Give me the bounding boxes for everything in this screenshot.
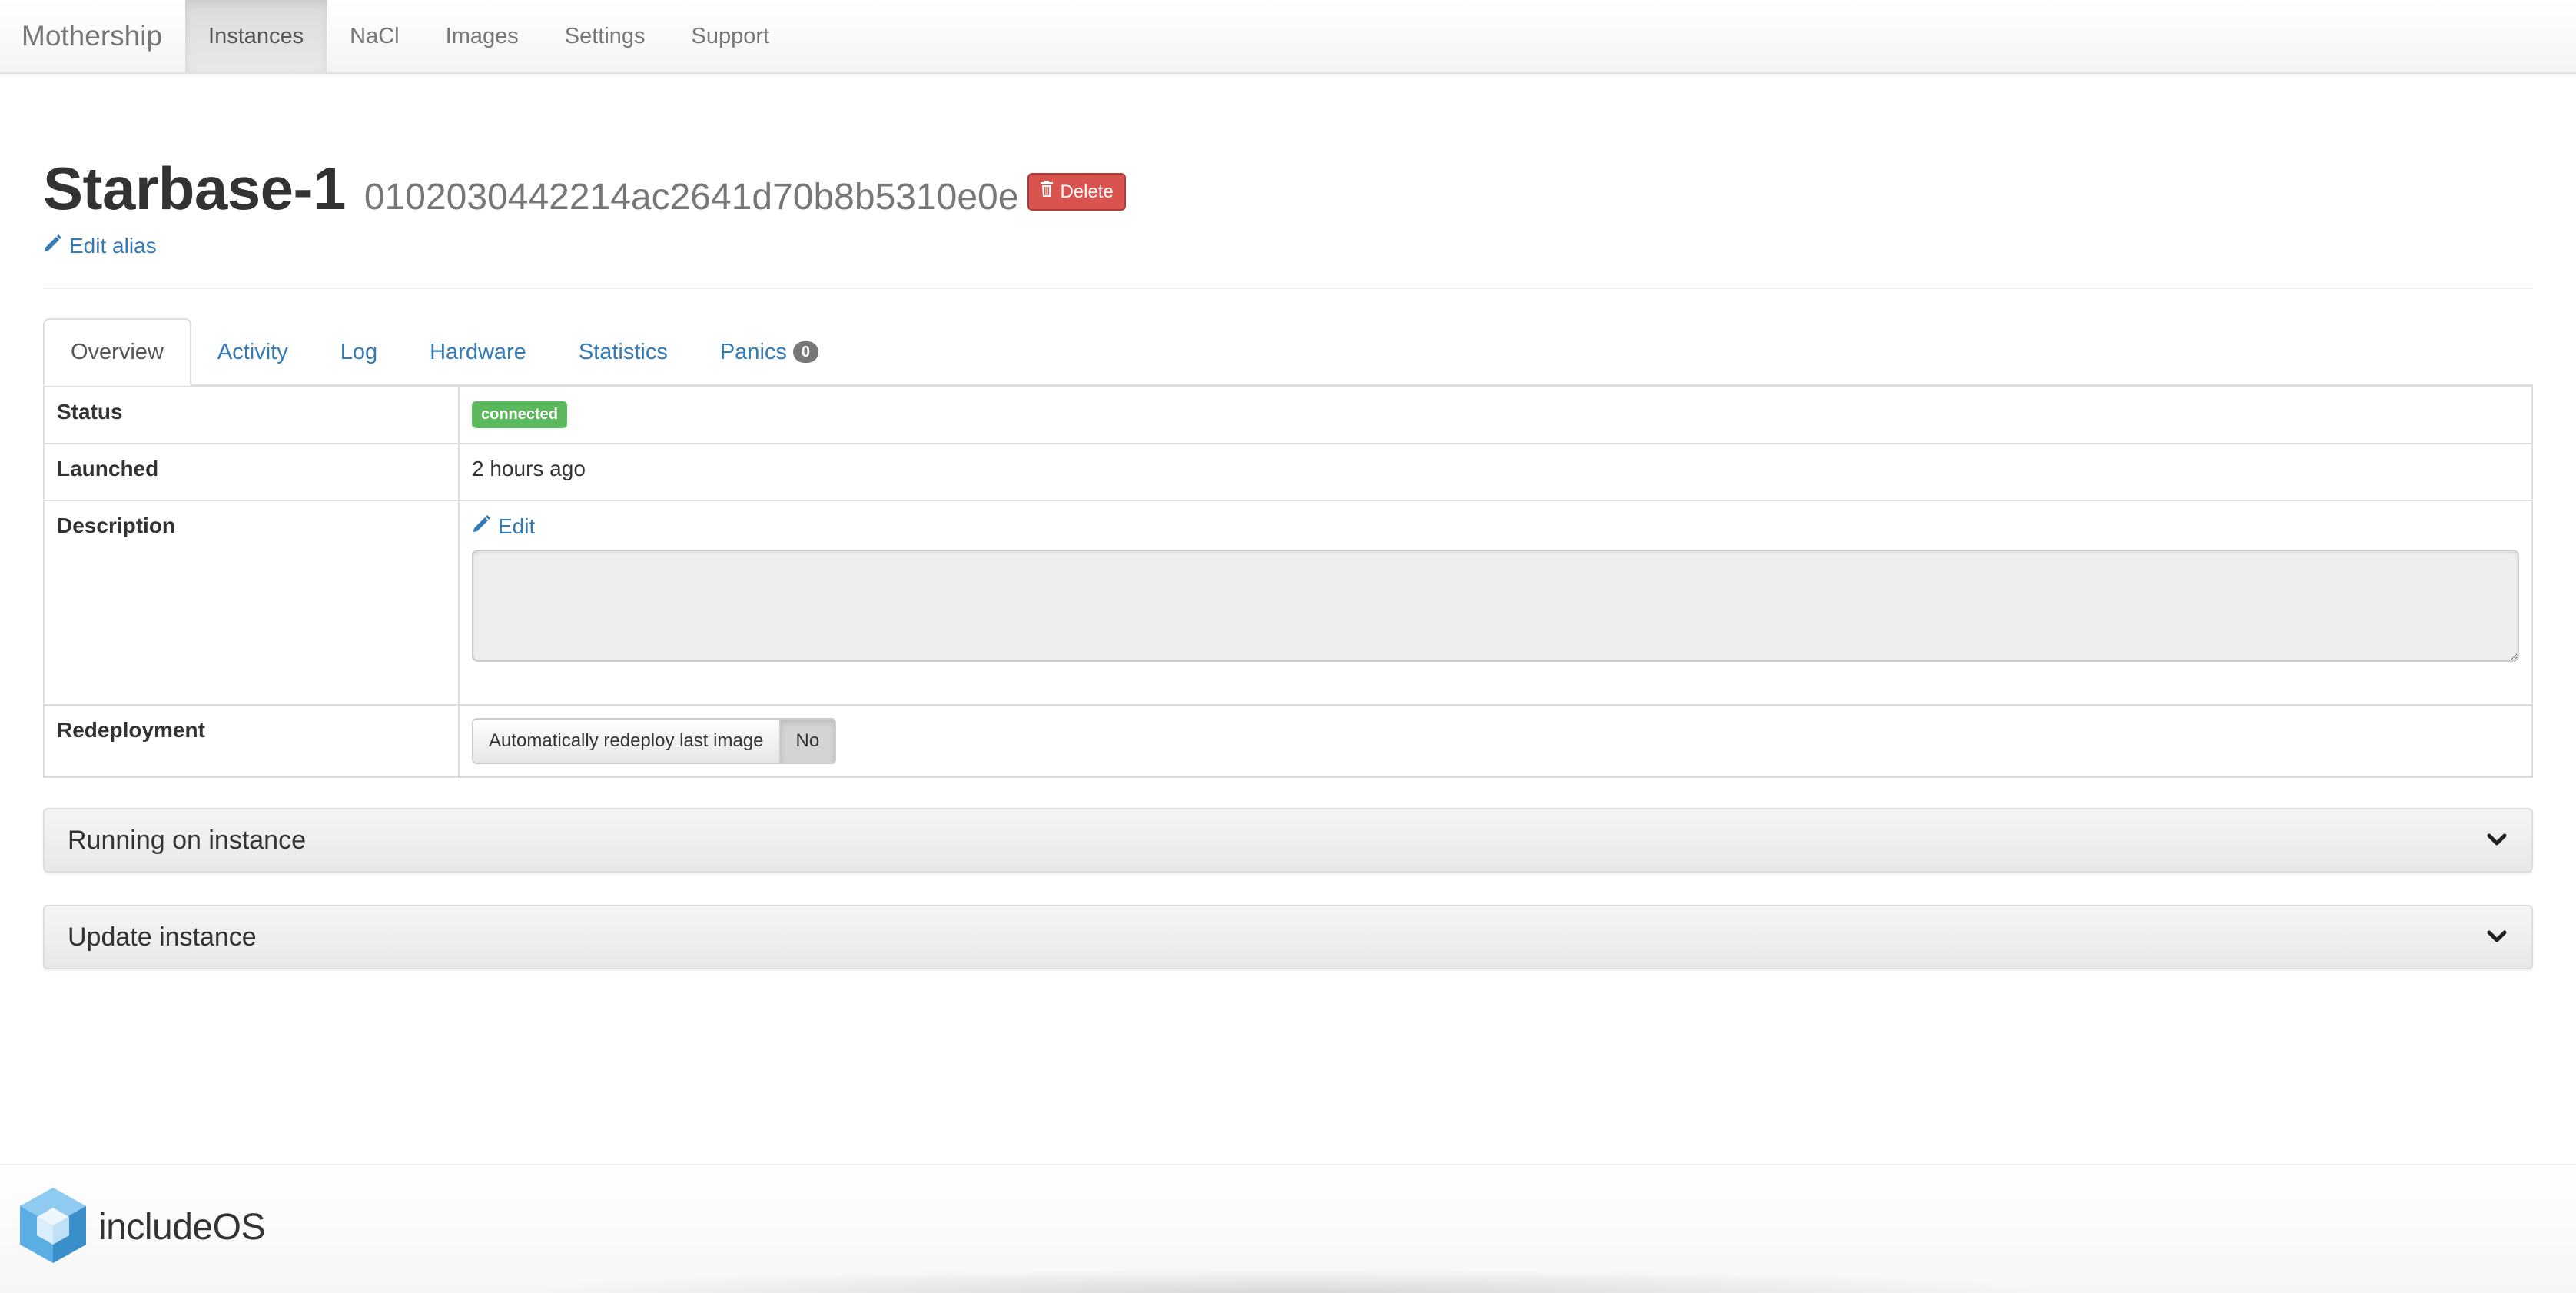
- nav-item-nacl[interactable]: NaCl: [327, 0, 422, 72]
- description-cell: Edit: [458, 500, 2533, 706]
- tab-label: Panics: [719, 339, 787, 364]
- hexagon-cube-icon: [18, 1186, 88, 1268]
- tab-label: Activity: [217, 339, 288, 364]
- top-navbar: Mothership Instances NaCl Images Setting…: [0, 0, 2576, 74]
- pencil-icon: [472, 514, 492, 539]
- nav-item-instances[interactable]: Instances: [185, 0, 327, 72]
- tab-activity[interactable]: Activity: [191, 320, 314, 384]
- page-header: Starbase-1 0102030442214ac2641d70b8b5310…: [43, 154, 2533, 289]
- tab-label: Hardware: [430, 339, 526, 364]
- tab-hardware[interactable]: Hardware: [403, 320, 553, 384]
- table-row: Description Edit: [43, 500, 2533, 706]
- table-row: Launched 2 hours ago: [43, 443, 2533, 501]
- panel-title: Running on instance: [68, 825, 307, 855]
- trash-icon: [1040, 181, 1054, 203]
- logo-text: includeOS: [98, 1206, 265, 1248]
- update-instance-panel[interactable]: Update instance: [43, 905, 2533, 969]
- brand-link[interactable]: Mothership: [0, 0, 185, 72]
- tab-label: Log: [340, 339, 378, 364]
- launched-label: Launched: [43, 443, 460, 501]
- chevron-down-icon: [2485, 929, 2508, 945]
- delete-button[interactable]: Delete: [1027, 173, 1126, 211]
- redeploy-toggle: Automatically redeploy last image No: [472, 718, 837, 764]
- panics-count-badge: 0: [792, 341, 819, 363]
- chevron-down-icon: [2485, 833, 2508, 848]
- status-badge: connected: [472, 401, 568, 428]
- description-textarea[interactable]: [472, 550, 2519, 662]
- edit-description-link[interactable]: Edit: [472, 514, 535, 539]
- instance-id: 0102030442214ac2641d70b8b5310e0e: [363, 177, 1019, 218]
- nav-item-settings[interactable]: Settings: [542, 0, 669, 72]
- status-cell: connected: [458, 386, 2533, 444]
- tab-log[interactable]: Log: [314, 320, 403, 384]
- pencil-icon: [43, 233, 63, 258]
- instance-tabs: Overview Activity Log Hardware Statistic…: [43, 318, 2533, 386]
- tab-panics[interactable]: Panics 0: [694, 320, 845, 384]
- tab-label: Overview: [71, 339, 164, 364]
- nav-item-support[interactable]: Support: [669, 0, 793, 72]
- logo-text-os: OS: [212, 1206, 266, 1248]
- panel-title: Update instance: [68, 922, 257, 952]
- running-on-instance-panel[interactable]: Running on instance: [43, 808, 2533, 873]
- tab-statistics[interactable]: Statistics: [553, 320, 694, 384]
- includeos-logo: includeOS: [18, 1187, 265, 1267]
- edit-description-label: Edit: [498, 514, 536, 538]
- overview-table: Status connected Launched 2 hours ago De…: [43, 386, 2533, 778]
- redeployment-label: Redeployment: [43, 704, 460, 778]
- tab-label: Statistics: [578, 339, 668, 364]
- status-label: Status: [43, 386, 460, 444]
- nav-item-images[interactable]: Images: [423, 0, 542, 72]
- edit-alias-label: Edit alias: [69, 233, 157, 258]
- footer-shadow: [507, 1268, 2067, 1293]
- table-row: Redeployment Automatically redeploy last…: [43, 704, 2533, 778]
- delete-label: Delete: [1060, 181, 1114, 202]
- description-label: Description: [43, 500, 460, 706]
- redeploy-toggle-value[interactable]: No: [778, 720, 835, 763]
- tab-overview[interactable]: Overview: [43, 318, 191, 386]
- page-title: Starbase-1: [43, 155, 346, 222]
- redeployment-cell: Automatically redeploy last image No: [458, 704, 2533, 778]
- table-row: Status connected: [43, 386, 2533, 444]
- edit-alias-link[interactable]: Edit alias: [43, 233, 157, 258]
- logo-text-include: include: [98, 1206, 213, 1248]
- launched-value: 2 hours ago: [458, 443, 2533, 501]
- redeploy-toggle-label[interactable]: Automatically redeploy last image: [473, 720, 779, 763]
- title-row: Starbase-1 0102030442214ac2641d70b8b5310…: [43, 154, 2533, 224]
